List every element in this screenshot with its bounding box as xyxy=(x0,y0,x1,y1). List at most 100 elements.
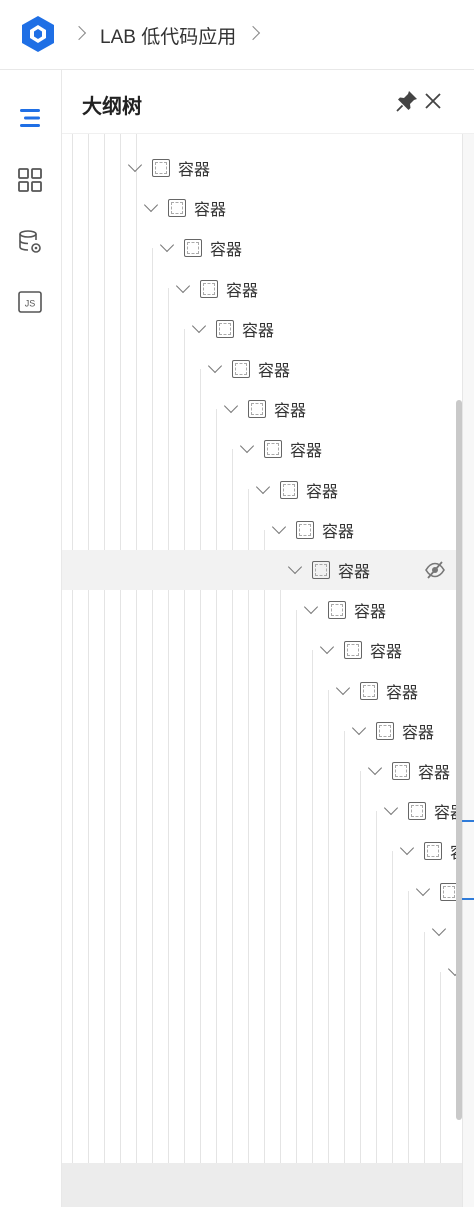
container-node-icon xyxy=(184,239,202,258)
panel-title: 大纲树 xyxy=(82,96,142,118)
chevron-down-icon[interactable] xyxy=(127,157,143,173)
eye-off-icon[interactable] xyxy=(424,559,446,581)
tree-node-label: 容器 xyxy=(386,682,419,702)
tree-node-label: 容器 xyxy=(210,240,243,260)
panel-header: 大纲树 xyxy=(62,70,474,134)
container-node-icon xyxy=(360,681,378,700)
tree-node-label: 容器 xyxy=(242,320,275,340)
tree-guide-line xyxy=(376,811,377,1207)
container-node-icon xyxy=(376,721,394,740)
tree-guide-line xyxy=(88,134,89,1207)
container-node-icon xyxy=(408,802,426,821)
tree-node-row[interactable]: 容器 xyxy=(271,510,355,550)
chevron-down-icon[interactable] xyxy=(175,278,191,293)
canvas-selection-marker xyxy=(462,898,474,900)
tree-node-label: 容器 xyxy=(178,160,211,179)
container-node-icon xyxy=(392,762,410,780)
tree-guide-line xyxy=(104,134,105,1207)
chevron-down-icon[interactable] xyxy=(271,519,287,534)
tree-node-row[interactable]: 容器 xyxy=(287,550,370,590)
chevron-down-icon[interactable] xyxy=(351,720,367,735)
app-name[interactable]: LAB 低代码应用 xyxy=(100,22,236,49)
outline-tree-icon xyxy=(20,109,40,127)
chevron-down-icon[interactable] xyxy=(303,600,319,615)
breadcrumb-chevron-icon[interactable] xyxy=(245,25,261,41)
canvas-edge xyxy=(462,70,474,1207)
container-node-icon xyxy=(424,842,442,861)
tree-guide-line xyxy=(120,134,121,1207)
rail-components-button[interactable] xyxy=(12,162,48,198)
container-node-icon xyxy=(216,319,234,338)
tree-guide-line xyxy=(248,489,249,1207)
breadcrumb-chevron-icon xyxy=(71,25,87,41)
tree-node-row[interactable]: 容器 xyxy=(255,470,338,510)
tree-node-row[interactable] xyxy=(431,912,456,952)
container-node-icon xyxy=(232,360,250,378)
tree-node-label: 容器 xyxy=(290,441,323,461)
chevron-down-icon[interactable] xyxy=(335,680,351,695)
close-icon[interactable] xyxy=(420,88,446,114)
tree-node-row[interactable]: 容器 xyxy=(351,711,435,751)
tree-guide-line xyxy=(360,770,361,1207)
tree-node-row[interactable]: 容器 xyxy=(239,429,323,469)
tree-node-label: 容器 xyxy=(226,280,259,300)
tree-node-row[interactable]: 容器 xyxy=(143,188,226,228)
tree-node-label: 容器 xyxy=(418,763,451,782)
tree-node-row[interactable]: 容器 xyxy=(383,791,466,831)
rail-datasource-button[interactable] xyxy=(12,224,48,260)
chevron-down-icon[interactable] xyxy=(223,399,239,414)
tree-node-row[interactable]: 容器 xyxy=(191,309,275,349)
rail-outline-tree-button[interactable] xyxy=(12,100,48,136)
tree-row-selected-highlight xyxy=(62,550,474,590)
chevron-down-icon[interactable] xyxy=(207,358,223,374)
chevron-down-icon[interactable] xyxy=(399,841,415,856)
tree-node-row[interactable]: 容器 xyxy=(335,671,419,711)
container-node-icon xyxy=(328,601,346,620)
container-node-icon xyxy=(264,440,282,459)
container-node-icon xyxy=(312,561,330,579)
tree-guide-line xyxy=(392,851,393,1207)
tree-node-row[interactable]: 容器 xyxy=(175,269,259,309)
chevron-down-icon[interactable] xyxy=(287,559,303,575)
container-node-icon xyxy=(200,279,218,298)
chevron-down-icon[interactable] xyxy=(143,198,159,213)
js-code-icon: JS xyxy=(18,291,42,313)
chevron-down-icon[interactable] xyxy=(239,439,255,454)
chevron-down-icon[interactable] xyxy=(255,479,271,494)
tree-node-row[interactable]: 容器 xyxy=(223,389,306,429)
chevron-down-icon[interactable] xyxy=(367,760,383,776)
tree-node-row[interactable]: 容器 xyxy=(159,228,243,268)
tree-guide-line xyxy=(216,409,217,1207)
canvas-selection-marker xyxy=(462,820,474,822)
tree-guide-line xyxy=(280,569,281,1207)
tree-node-row[interactable]: 容器 xyxy=(367,751,451,791)
tree-guide-line xyxy=(152,248,153,1207)
tree-guide-line xyxy=(168,288,169,1207)
outline-panel: 容器容器容器容器容器容器容器容器容器容器容器容器容器容器容器容器容器容器容器 大… xyxy=(62,70,474,1207)
container-node-icon xyxy=(296,520,314,539)
chevron-down-icon[interactable] xyxy=(431,921,447,936)
tree-node-row[interactable]: 容器 xyxy=(319,630,402,670)
container-node-icon xyxy=(280,480,298,499)
rail-js-button[interactable]: JS xyxy=(12,284,48,320)
tree-node-row[interactable]: 容器 xyxy=(207,349,290,389)
chevron-down-icon[interactable] xyxy=(319,640,335,655)
left-icon-rail: JS xyxy=(0,70,62,1207)
pin-icon[interactable] xyxy=(394,88,420,114)
tree-node-label: 容器 xyxy=(402,722,435,742)
tree-node-row[interactable]: 容器 xyxy=(303,590,387,630)
app-logo-icon[interactable] xyxy=(18,14,58,54)
tree-guide-line xyxy=(184,328,185,1207)
container-node-icon xyxy=(344,641,362,660)
chevron-down-icon[interactable] xyxy=(191,318,207,333)
tree-node-row[interactable]: 容器 xyxy=(127,148,211,188)
datasource-settings-icon xyxy=(19,230,41,253)
tree-guide-line xyxy=(296,610,297,1207)
tree-node-label: 容器 xyxy=(322,521,355,541)
tree-node-label: 容器 xyxy=(354,602,387,622)
chevron-down-icon[interactable] xyxy=(383,801,399,816)
tree-bottom-band xyxy=(62,1163,474,1207)
chevron-down-icon[interactable] xyxy=(159,238,175,253)
chevron-down-icon[interactable] xyxy=(415,881,431,896)
tree-guide-line xyxy=(344,730,345,1207)
